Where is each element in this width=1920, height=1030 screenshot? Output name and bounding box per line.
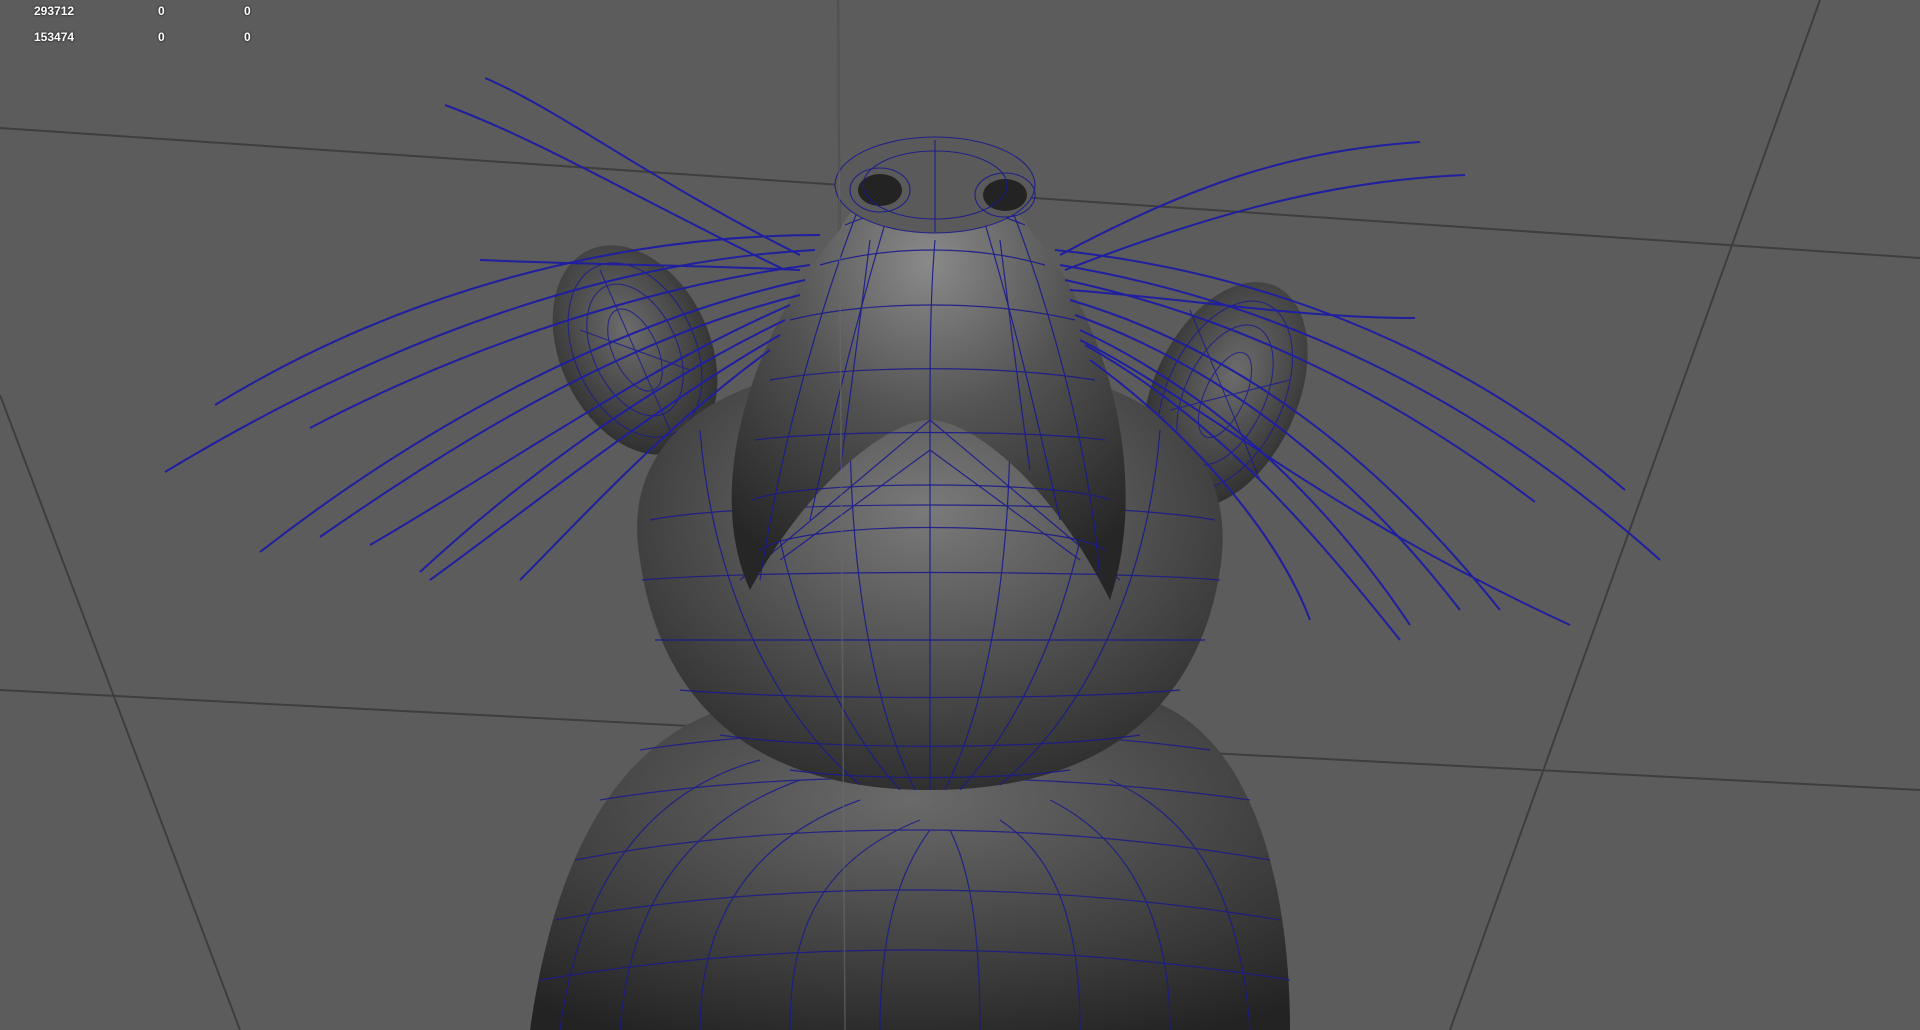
nostril-right — [983, 179, 1027, 211]
viewport-canvas[interactable] — [0, 0, 1920, 1030]
hud-value: 0 — [244, 30, 251, 44]
hud-value: 0 — [244, 4, 251, 18]
hud-value: 0 — [158, 30, 165, 44]
hud-value: 293712 — [34, 4, 75, 18]
3d-viewport[interactable]: 293712 0 0 153474 0 0 — [0, 0, 1920, 1030]
hud-value: 153474 — [34, 30, 75, 44]
hud-row: 293712 0 0 — [0, 0, 300, 26]
hud-row: 153474 0 0 — [0, 26, 300, 52]
hud-value: 0 — [158, 4, 165, 18]
heads-up-display: 293712 0 0 153474 0 0 — [0, 0, 300, 52]
